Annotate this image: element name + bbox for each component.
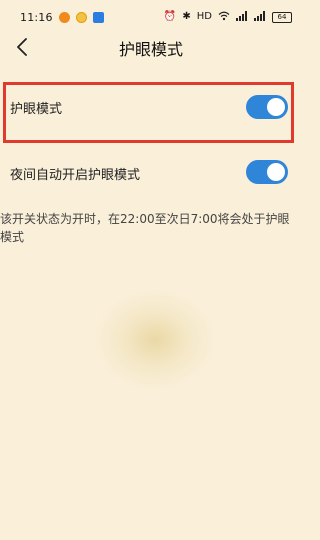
- setting-description: 该开关状态为开时，在22:00至次日7:00将会处于护眼模式: [0, 212, 290, 244]
- page-header: 护眼模式: [0, 30, 302, 66]
- status-time: 11:16: [20, 10, 53, 24]
- app-notification-icon: [75, 11, 87, 23]
- bluetooth-icon: ✱: [182, 11, 191, 22]
- alarm-icon: ⏰: [163, 11, 177, 22]
- network-badge: HD: [196, 11, 212, 22]
- setting-label: 夜间自动开启护眼模式: [10, 168, 141, 183]
- night-auto-toggle[interactable]: [246, 160, 288, 184]
- status-left: 11:16: [20, 11, 104, 24]
- signal-icon: [254, 10, 266, 24]
- toggle-knob: [267, 163, 285, 181]
- wifi-icon: [218, 11, 230, 24]
- highlight-annotation: [3, 82, 294, 143]
- app-notification-icon: [58, 11, 70, 23]
- app-notification-icon: [92, 11, 104, 23]
- page-title: 护眼模式: [118, 40, 183, 59]
- battery-icon: 64: [272, 11, 292, 23]
- status-right: ⏰ ✱ HD 64: [163, 10, 292, 24]
- signal-icon: [236, 10, 248, 24]
- setting-row-night-auto[interactable]: 夜间自动开启护眼模式: [0, 150, 302, 194]
- status-bar: 11:16 ⏰ ✱ HD 64: [0, 0, 302, 34]
- decorative-blur: [95, 290, 215, 390]
